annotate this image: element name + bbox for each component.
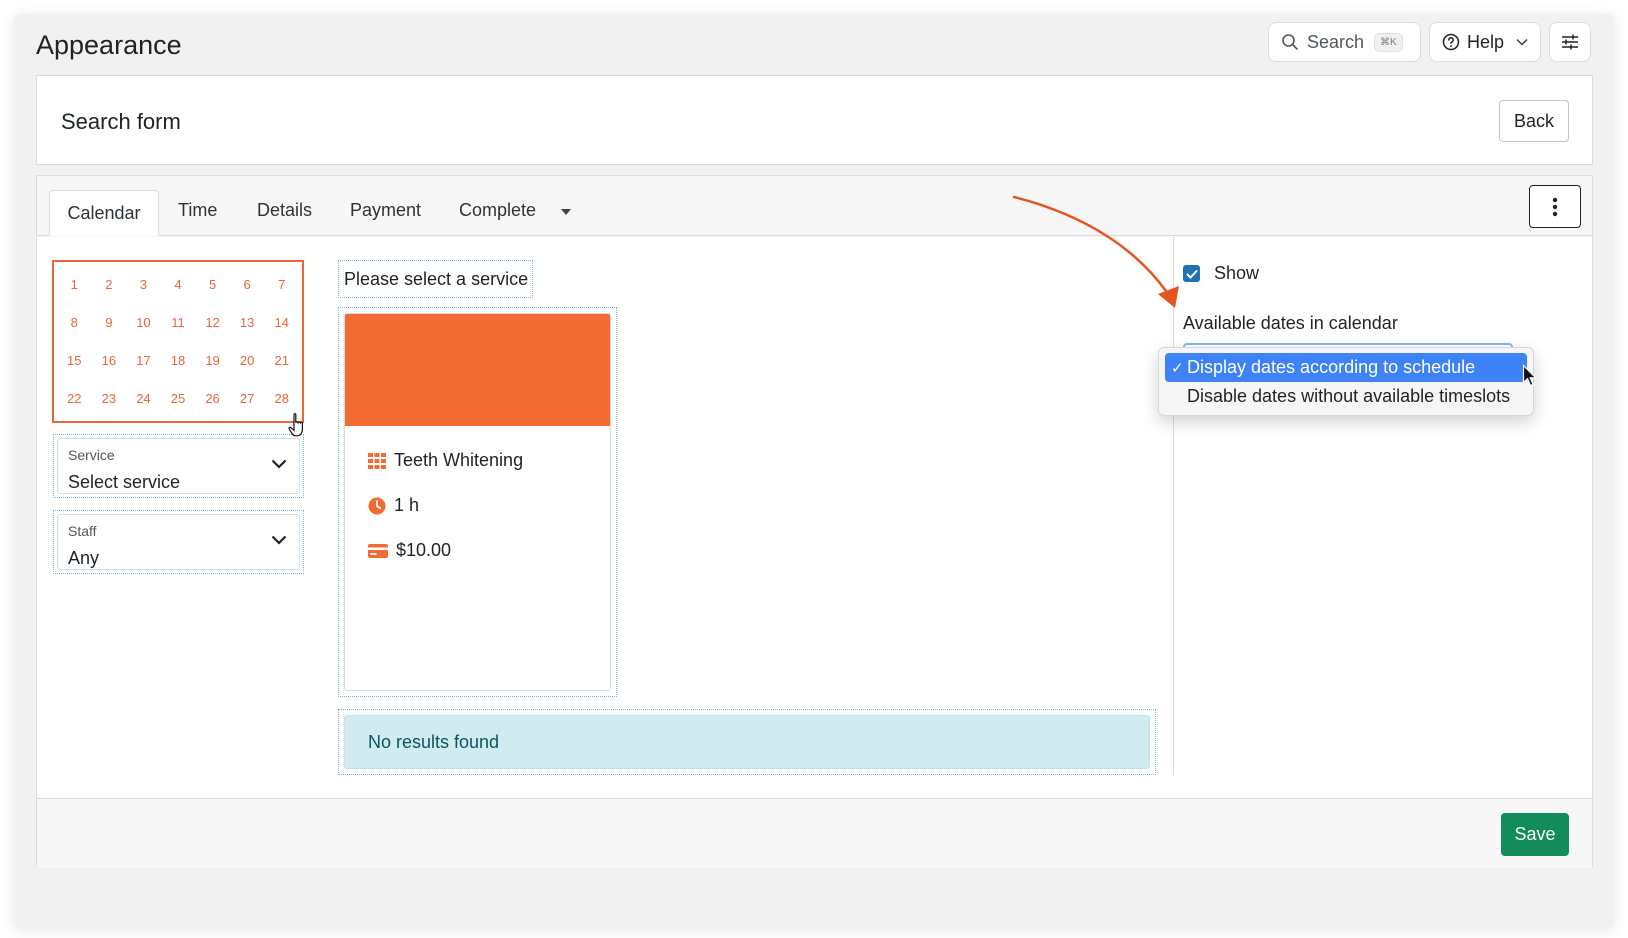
show-label: Show <box>1214 263 1260 283</box>
tab-payment[interactable]: Payment <box>350 200 421 221</box>
service-name-row: Teeth Whitening <box>368 450 523 471</box>
calendar-day[interactable]: 2 <box>92 266 127 304</box>
calendar-day[interactable]: 26 <box>195 379 230 417</box>
calendar-day[interactable]: 19 <box>195 342 230 380</box>
chevron-down-icon <box>1516 38 1528 46</box>
service-prompt[interactable]: Please select a service <box>338 260 533 298</box>
service-select-value: Select service <box>68 472 181 492</box>
chevron-down-icon <box>271 535 287 545</box>
calendar-day[interactable]: 6 <box>230 266 265 304</box>
sliders-icon <box>1562 34 1578 50</box>
keyboard-shortcut-badge: ⌘K <box>1374 32 1403 52</box>
page-title: Appearance <box>36 30 182 60</box>
help-button-label: Help <box>1466 31 1505 52</box>
available-dates-dropdown: ✓ Display dates according to schedule Di… <box>1158 347 1534 416</box>
calendar-day[interactable]: 10 <box>126 304 161 342</box>
tab-time[interactable]: Time <box>178 200 217 221</box>
mouse-arrow-cursor-icon <box>1522 364 1538 387</box>
calendar-day[interactable]: 15 <box>57 342 92 380</box>
help-circle-icon <box>1442 33 1460 51</box>
calendar-day[interactable]: 16 <box>92 342 127 380</box>
calendar-day[interactable]: 9 <box>92 304 127 342</box>
top-actions: Search ⌘K Help <box>1268 22 1591 62</box>
calendar-day[interactable]: 11 <box>161 304 196 342</box>
search-form-title: Search form <box>61 109 181 134</box>
calendar-grid[interactable]: 1 2 3 4 5 6 7 8 9 10 11 12 13 14 15 16 17 18 19 20 21 22 23 24 2… <box>52 260 304 423</box>
calendar-day[interactable]: 3 <box>126 266 161 304</box>
search-button[interactable]: Search ⌘K <box>1268 22 1421 62</box>
grid-icon <box>368 452 386 469</box>
staff-select[interactable]: Staff Any <box>57 514 300 570</box>
service-price: $10.00 <box>396 540 452 560</box>
calendar-day[interactable]: 13 <box>230 304 265 342</box>
service-select[interactable]: Service Select service <box>57 438 300 494</box>
tab-content-calendar: 1 2 3 4 5 6 7 8 9 10 11 12 13 14 15 16 17 18 19 20 21 22 23 24 2… <box>37 237 1592 798</box>
footer-bar: Save <box>37 798 1592 868</box>
staff-select-wrapper: Staff Any <box>53 510 304 574</box>
search-icon <box>1282 34 1298 50</box>
calendar-day[interactable]: 23 <box>92 379 127 417</box>
vertical-ellipsis-icon <box>1552 197 1558 216</box>
calendar-day[interactable]: 1 <box>57 266 92 304</box>
service-duration: 1 h <box>394 495 420 515</box>
selected-check-icon: ✓ <box>1171 359 1184 377</box>
settings-panel-divider <box>1173 237 1174 775</box>
service-select-label: Service <box>68 447 115 463</box>
help-button[interactable]: Help <box>1429 22 1541 62</box>
option-label: Display dates according to schedule <box>1187 357 1476 377</box>
service-name: Teeth Whitening <box>394 450 524 470</box>
appearance-editor-card: Calendar Time Details Payment Complete 1… <box>36 175 1593 868</box>
app-window: Appearance Search ⌘K Help Search form Ba… <box>14 14 1614 928</box>
annotation-arrow-icon <box>1012 195 1179 308</box>
search-form-card: Search form Back <box>36 75 1593 165</box>
option-display-dates-according-to-schedule[interactable]: ✓ Display dates according to schedule <box>1165 353 1527 382</box>
calendar-day[interactable]: 20 <box>230 342 265 380</box>
no-results-message[interactable]: No results found <box>344 715 1150 769</box>
calendar-day[interactable]: 12 <box>195 304 230 342</box>
option-label: Disable dates without available timeslot… <box>1187 386 1511 406</box>
service-price-row: $10.00 <box>368 540 451 561</box>
calendar-day[interactable]: 24 <box>126 379 161 417</box>
credit-card-icon <box>368 543 388 558</box>
results-wrapper: No results found <box>338 709 1156 775</box>
chevron-down-icon <box>271 459 287 469</box>
calendar-day[interactable]: 7 <box>264 266 299 304</box>
clock-icon <box>368 497 386 514</box>
calendar-day[interactable]: 8 <box>57 304 92 342</box>
staff-select-label: Staff <box>68 523 97 539</box>
screen-options-button[interactable] <box>1549 22 1591 62</box>
more-options-button[interactable] <box>1529 185 1581 228</box>
calendar-day[interactable]: 21 <box>264 342 299 380</box>
tab-details[interactable]: Details <box>257 200 312 221</box>
more-tabs-caret-icon[interactable] <box>561 209 571 215</box>
calendar-day[interactable]: 27 <box>230 379 265 417</box>
staff-select-value: Any <box>68 548 100 568</box>
calendar-day[interactable]: 17 <box>126 342 161 380</box>
calendar-day[interactable]: 5 <box>195 266 230 304</box>
back-button[interactable]: Back <box>1499 100 1569 142</box>
hand-pointer-cursor-icon <box>288 413 303 437</box>
service-select-wrapper: Service Select service <box>53 434 304 498</box>
calendar-day[interactable]: 18 <box>161 342 196 380</box>
available-dates-label: Available dates in calendar <box>1183 313 1398 333</box>
calendar-day[interactable]: 25 <box>161 379 196 417</box>
service-duration-row: 1 h <box>368 495 419 516</box>
option-disable-dates-without-timeslots[interactable]: Disable dates without available timeslot… <box>1165 382 1527 411</box>
save-button[interactable]: Save <box>1501 813 1569 856</box>
service-card-wrapper: Teeth Whitening 1 h $10.00 <box>338 307 617 697</box>
service-card-banner <box>345 314 610 426</box>
service-card[interactable]: Teeth Whitening 1 h $10.00 <box>344 313 611 691</box>
tab-calendar[interactable]: Calendar <box>49 190 159 236</box>
calendar-day[interactable]: 22 <box>57 379 92 417</box>
tab-complete[interactable]: Complete <box>459 200 536 221</box>
calendar-day[interactable]: 4 <box>161 266 196 304</box>
calendar-day[interactable]: 14 <box>264 304 299 342</box>
tabs-bar: Calendar Time Details Payment Complete <box>37 176 1592 236</box>
show-toggle-row: Show <box>1183 263 1259 284</box>
search-button-label: Search <box>1307 31 1365 52</box>
